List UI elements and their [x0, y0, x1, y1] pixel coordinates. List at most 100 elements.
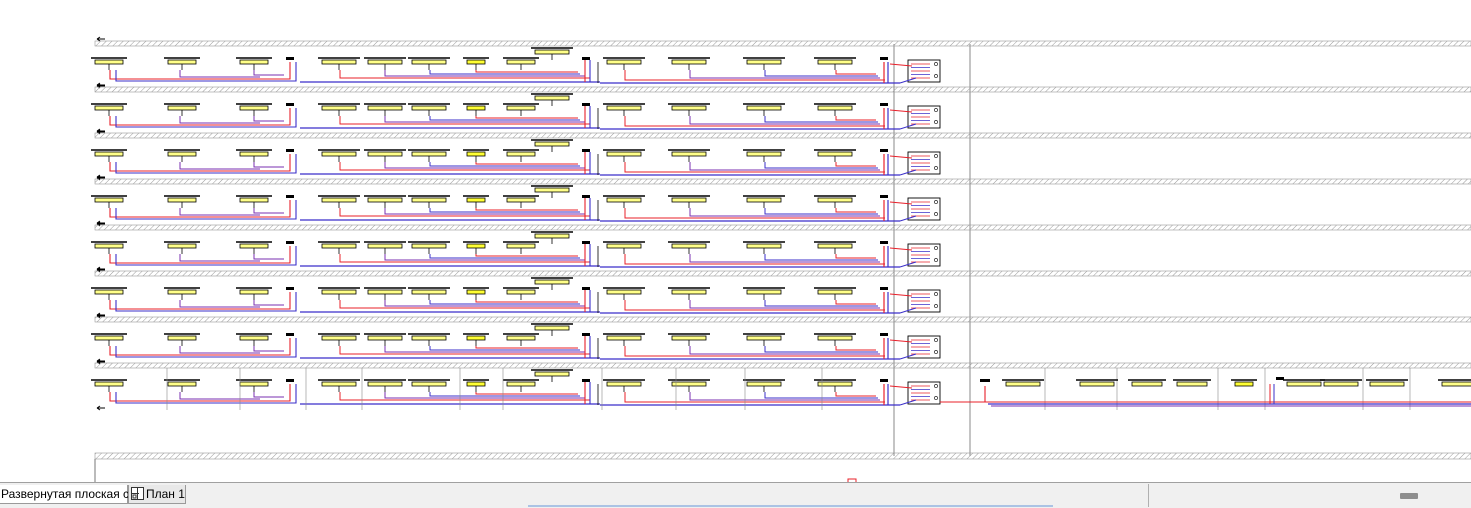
radiator-body	[606, 289, 642, 295]
radiator-body	[411, 289, 447, 295]
return-pipe	[115, 108, 297, 128]
radiator-body	[411, 243, 447, 249]
radiator-body	[506, 381, 536, 387]
radiator-body	[367, 105, 403, 111]
radiator	[503, 195, 539, 208]
radiator	[91, 333, 127, 346]
branch-pipe	[253, 70, 284, 76]
radiator-body	[606, 243, 642, 249]
branch-pipe	[384, 162, 585, 169]
horizontal-scrollbar[interactable]	[1148, 484, 1471, 507]
radiator-body	[321, 59, 357, 65]
radiator-body	[606, 59, 642, 65]
radiator-body	[1005, 381, 1041, 387]
radiator-body	[94, 151, 124, 157]
radiator	[408, 149, 450, 162]
valve-icon	[582, 195, 590, 198]
radiator	[1002, 379, 1044, 387]
radiator-body	[94, 105, 124, 111]
branch-pipe	[384, 392, 585, 399]
floor-group	[94, 270, 1471, 314]
radiator-body	[167, 381, 197, 387]
radiator-body	[94, 243, 124, 249]
radiator-body	[534, 233, 570, 239]
radiator	[814, 57, 856, 70]
radiator	[668, 379, 710, 392]
collector-manifold	[889, 151, 941, 176]
radiator-body	[817, 197, 853, 203]
radiator	[814, 103, 856, 116]
floor-group	[94, 224, 1471, 268]
radiator-body	[239, 197, 269, 203]
radiator	[668, 103, 710, 116]
radiator-body	[466, 105, 486, 111]
radiator-body	[239, 381, 269, 387]
return-pipe	[115, 154, 297, 174]
radiator	[503, 333, 539, 346]
radiator	[603, 195, 645, 208]
radiator-body	[167, 197, 197, 203]
radiator-body	[671, 381, 707, 387]
radiator	[463, 287, 489, 300]
radiator	[91, 195, 127, 208]
drawing-canvas[interactable]	[0, 0, 1471, 482]
radiator	[1283, 379, 1325, 387]
valve-icon	[880, 103, 888, 106]
valve-icon	[880, 149, 888, 152]
radiator-body	[746, 289, 782, 295]
return-pipe	[115, 292, 297, 312]
valve-icon	[582, 379, 590, 382]
radiator-body	[321, 289, 357, 295]
radiator-body	[367, 381, 403, 387]
scrollbar-thumb[interactable]	[1400, 493, 1418, 499]
radiator-body	[671, 289, 707, 295]
radiator	[814, 241, 856, 254]
tab-expanded-flat-scheme[interactable]: Развернутая плоская схема 1	[0, 485, 167, 504]
radiator	[318, 287, 360, 300]
radiator	[1231, 379, 1257, 387]
radiator	[164, 379, 200, 392]
radiator	[463, 333, 489, 346]
radiator-body	[534, 95, 570, 101]
radiator-body	[167, 289, 197, 295]
radiator	[91, 149, 127, 162]
radiator-body	[817, 151, 853, 157]
branch-pipe	[835, 208, 876, 213]
branch-pipe	[253, 300, 284, 306]
radiator-body	[606, 197, 642, 203]
radiator	[236, 287, 272, 300]
tab-plan[interactable]: План 1	[128, 485, 186, 504]
radiator	[318, 379, 360, 392]
radiator-body	[817, 105, 853, 111]
radiator	[318, 57, 360, 70]
valve-icon	[582, 103, 590, 106]
supply-pipe	[109, 62, 291, 80]
radiator	[503, 379, 539, 392]
radiator-body	[239, 59, 269, 65]
branch-pipe	[764, 254, 878, 261]
valve-icon	[286, 241, 294, 244]
radiator-body	[466, 197, 486, 203]
valve-icon	[880, 379, 888, 382]
radiator-body	[746, 105, 782, 111]
radiator	[463, 57, 489, 70]
branch-pipe	[253, 392, 284, 398]
branch-pipe	[179, 346, 260, 354]
supply-pipe	[109, 246, 291, 264]
radiator-body	[506, 243, 536, 249]
radiator	[364, 57, 406, 70]
radiator-body	[606, 335, 642, 341]
radiator-body	[534, 279, 570, 285]
supply-pipe	[109, 154, 291, 172]
radiator-body	[411, 59, 447, 65]
radiator-body	[534, 187, 570, 193]
radiator	[603, 149, 645, 162]
radiator	[814, 149, 856, 162]
radiator-body	[167, 243, 197, 249]
radiator	[1128, 379, 1166, 387]
collector-manifold	[889, 243, 941, 268]
valve-icon	[880, 195, 888, 198]
radiator	[408, 241, 450, 254]
radiator	[668, 149, 710, 162]
return-pipe	[115, 338, 297, 358]
